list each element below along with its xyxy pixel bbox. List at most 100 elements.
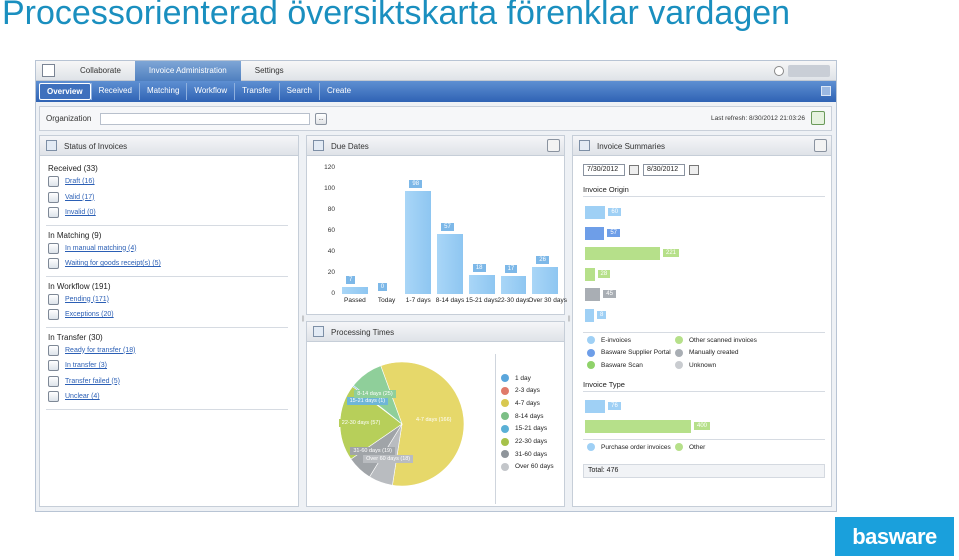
due-dates-panel: Due Dates 0 20 40 60 80 100 120 7 Passed 0 Today 98…: [306, 135, 567, 315]
date-to-input[interactable]: 8/30/2012: [643, 164, 685, 176]
pie-slice-label: Over 60 days (18): [363, 454, 414, 463]
status-icon: [48, 309, 59, 320]
status-icon: [48, 375, 59, 387]
status-item[interactable]: Transfer failed (5): [48, 375, 120, 387]
legend-label: 15-21 days: [515, 425, 548, 433]
status-item[interactable]: In manual matching (4): [48, 242, 137, 254]
due-bar[interactable]: [532, 266, 558, 294]
divider: [46, 408, 288, 410]
home-icon[interactable]: [42, 64, 55, 77]
status-link[interactable]: Exceptions (20): [65, 311, 114, 318]
legend-swatch: [501, 399, 509, 408]
status-link[interactable]: In transfer (3): [65, 362, 107, 369]
splitter-handle[interactable]: ||: [566, 316, 572, 322]
due-bar[interactable]: [405, 191, 432, 294]
legend-swatch: [501, 424, 509, 433]
tab-search[interactable]: Search: [278, 83, 319, 100]
status-link[interactable]: Pending (171): [65, 296, 109, 303]
section-heading: In Matching (9): [48, 230, 102, 240]
type-bar[interactable]: [585, 400, 606, 413]
status-item[interactable]: Pending (171): [48, 293, 109, 305]
invoice-type-heading: Invoice Type: [583, 380, 625, 389]
status-item[interactable]: Valid (17): [48, 191, 94, 203]
status-item[interactable]: Invalid (0): [48, 207, 96, 218]
due-bar-label: 0: [377, 283, 388, 291]
status-link[interactable]: Draft (16): [65, 178, 95, 185]
hourglass-icon: [313, 326, 324, 337]
due-bar[interactable]: [437, 234, 463, 294]
x-tick-label: 15-21 days: [465, 297, 498, 304]
calendar-icon[interactable]: [629, 165, 639, 175]
export-icon[interactable]: [814, 139, 827, 152]
divider: [46, 326, 288, 328]
due-bar[interactable]: [468, 275, 495, 294]
edit-icon[interactable]: [547, 139, 560, 152]
legend-label: Other scanned invoices: [689, 336, 757, 344]
origin-bar-label: 221: [663, 249, 680, 257]
tab-overview[interactable]: Overview: [39, 83, 91, 100]
status-icon: [48, 176, 59, 187]
last-refresh-text: Last refresh: 8/30/2012 21:03:26: [711, 115, 805, 122]
type-bar[interactable]: [585, 420, 691, 433]
legend-label: Unknown: [689, 361, 717, 369]
status-link[interactable]: In manual matching (4): [65, 245, 137, 252]
status-link[interactable]: Ready for transfer (18): [65, 347, 135, 354]
status-item[interactable]: Exceptions (20): [48, 309, 114, 320]
origin-legend-item: Unknown: [675, 361, 716, 369]
top-tab-invoice-administration[interactable]: Invoice Administration: [134, 61, 241, 81]
status-link[interactable]: Valid (17): [65, 194, 94, 201]
tab-create[interactable]: Create: [319, 83, 358, 100]
origin-bar-label: 60: [608, 208, 622, 216]
splitter-handle[interactable]: ||: [300, 316, 306, 322]
legend-item: 4-7 days: [501, 399, 540, 408]
y-tick-label: 120: [324, 164, 335, 171]
status-item[interactable]: Waiting for goods receipt(s) (5): [48, 258, 161, 269]
status-item[interactable]: Unclear (4): [48, 391, 100, 402]
tab-workflow[interactable]: Workflow: [186, 83, 234, 100]
status-link[interactable]: Waiting for goods receipt(s) (5): [65, 260, 161, 267]
origin-bar[interactable]: [585, 226, 605, 240]
bar-chart-icon: [579, 140, 590, 151]
x-tick-label: 1-7 days: [405, 297, 431, 304]
organization-bar: Organization ... Last refresh: 8/30/2012…: [39, 106, 832, 131]
legend-swatch: [675, 443, 683, 451]
status-of-invoices-panel: Status of Invoices Received (33) Draft (1…: [39, 135, 299, 507]
legend-label: Manually created: [689, 349, 739, 356]
organization-browse-button[interactable]: ...: [315, 113, 327, 125]
origin-bar[interactable]: [585, 267, 595, 281]
calendar-icon[interactable]: [689, 165, 699, 175]
legend-swatch: [587, 336, 595, 344]
top-tab-settings[interactable]: Settings: [241, 61, 298, 81]
origin-bar[interactable]: [585, 308, 594, 322]
status-item[interactable]: Draft (16): [48, 176, 95, 187]
origin-bar[interactable]: [585, 206, 606, 219]
invoice-summaries-panel: Invoice Summaries 7/30/2012 8/30/2012 Invo…: [572, 135, 832, 507]
top-tab-collaborate[interactable]: Collaborate: [66, 61, 135, 81]
divider: [46, 275, 288, 277]
status-link[interactable]: Unclear (4): [65, 393, 100, 400]
origin-bar[interactable]: [585, 288, 601, 301]
tab-matching[interactable]: Matching: [138, 83, 186, 100]
x-tick-label: Passed: [344, 297, 366, 304]
help-icon[interactable]: [774, 66, 784, 76]
due-bar[interactable]: [500, 276, 527, 294]
print-icon[interactable]: [821, 86, 831, 96]
legend-swatch: [675, 348, 683, 357]
due-bar-label: 26: [536, 255, 549, 264]
status-link[interactable]: Transfer failed (5): [65, 378, 120, 385]
type-legend-item: Other: [675, 443, 705, 451]
status-item[interactable]: Ready for transfer (18): [48, 344, 135, 356]
date-from-input[interactable]: 7/30/2012: [583, 164, 625, 176]
divider: [46, 224, 288, 226]
due-bar-label: 57: [441, 223, 454, 232]
origin-bar[interactable]: [585, 247, 660, 260]
user-menu-button[interactable]: [788, 65, 830, 77]
status-icon: [48, 344, 59, 356]
refresh-icon[interactable]: [811, 111, 825, 125]
due-bar[interactable]: [342, 286, 368, 294]
tab-received[interactable]: Received: [90, 83, 139, 100]
status-item[interactable]: In transfer (3): [48, 360, 107, 371]
status-link[interactable]: Invalid (0): [65, 209, 96, 216]
tab-transfer[interactable]: Transfer: [234, 83, 279, 100]
organization-input[interactable]: [100, 113, 310, 125]
